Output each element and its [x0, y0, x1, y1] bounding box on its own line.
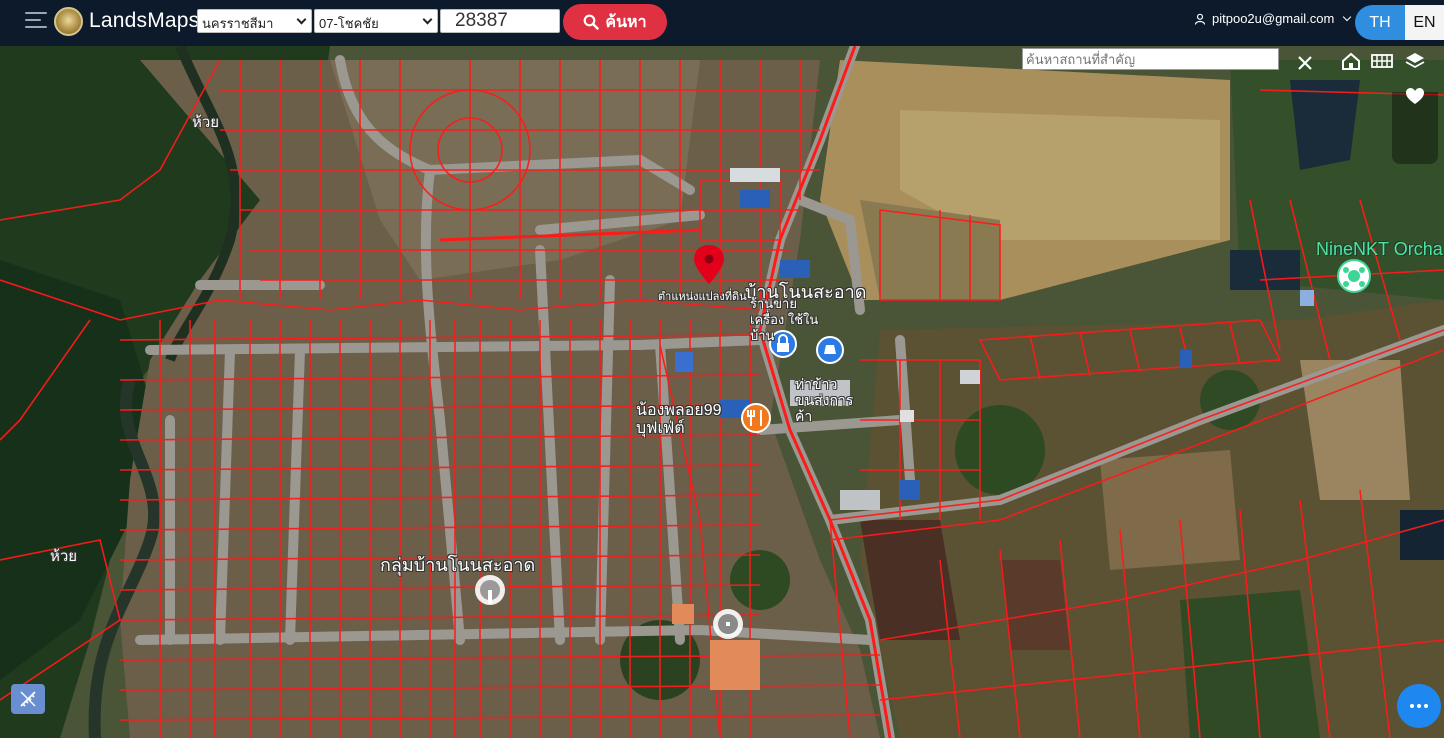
chevron-down-icon [296, 14, 307, 25]
lang-en-button[interactable]: EN [1405, 5, 1444, 40]
brand-title: LandsMaps [89, 9, 200, 32]
place-search-input[interactable] [1022, 48, 1279, 70]
close-icon[interactable] [1296, 54, 1314, 72]
province-select-value: นครราชสีมา [202, 16, 274, 31]
lock-poi-icon[interactable] [769, 330, 797, 358]
parcel-number-input[interactable] [440, 9, 560, 33]
district-select[interactable]: 07-โชคชัย [314, 9, 438, 33]
heart-icon[interactable] [1404, 85, 1426, 107]
more-dots-icon [1410, 704, 1414, 708]
shop-poi-icon[interactable] [816, 336, 844, 364]
chevron-down-icon [422, 14, 433, 25]
map-canvas[interactable] [0, 46, 1444, 738]
search-icon [584, 14, 600, 30]
search-button-label: ค้นหา [605, 13, 647, 31]
layers-icon[interactable] [1404, 50, 1426, 72]
home-icon[interactable] [1340, 50, 1362, 72]
ruler-icon [20, 691, 36, 707]
district-select-value: 07-โชคชัย [319, 16, 379, 31]
search-button[interactable]: ค้นหา [563, 4, 667, 40]
restaurant-poi-icon[interactable] [741, 403, 771, 433]
lang-th-button[interactable]: TH [1355, 5, 1405, 40]
measure-tool-button[interactable] [11, 684, 45, 714]
orchard-poi-icon[interactable] [1337, 259, 1371, 293]
user-icon [1194, 13, 1206, 25]
top-navbar: LandsMaps นครราชสีมา 07-โชคชัย ค้นหา pit… [0, 0, 1444, 46]
logo-icon [54, 7, 83, 36]
province-select[interactable]: นครราชสีมา [197, 9, 312, 33]
grid-icon[interactable] [1370, 50, 1394, 72]
place-poi-icon[interactable] [475, 575, 505, 605]
user-email: pitpoo2u@gmail.com [1212, 11, 1335, 26]
user-menu[interactable]: pitpoo2u@gmail.com [1194, 11, 1352, 26]
chevron-down-icon [1343, 12, 1352, 22]
place-poi-icon[interactable] [713, 609, 743, 639]
more-options-button[interactable] [1397, 684, 1441, 728]
menu-icon[interactable] [25, 12, 47, 32]
satellite-imagery [0, 46, 1444, 738]
